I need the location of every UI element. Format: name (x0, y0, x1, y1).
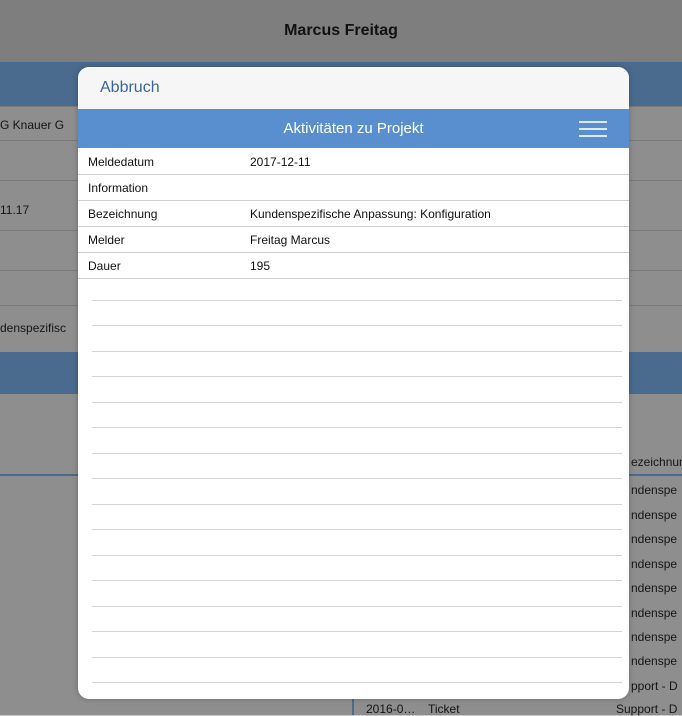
empty-row-divider (92, 300, 622, 301)
bg-row-marker (352, 699, 354, 715)
bg-table-cell: 2016-0… (366, 702, 416, 716)
bg-table-cell: ndenspe (631, 557, 678, 571)
bg-table-cell: ndenspe (631, 483, 678, 497)
empty-row-divider (92, 606, 622, 607)
detail-value: 2017-12-11 (250, 155, 311, 169)
bg-title-bar: Marcus Freitag (0, 0, 682, 62)
detail-row: Melder Freitag Marcus (78, 227, 629, 253)
bg-left-text: 11.17 (0, 203, 30, 217)
empty-row-divider (92, 478, 622, 479)
detail-value: 195 (250, 259, 271, 273)
detail-value: Kundenspezifische Anpassung: Konfigurati… (250, 207, 491, 221)
modal-top-bar: Abbruch (78, 67, 629, 109)
bg-table-cell: ndenspe (631, 630, 678, 644)
bg-left-text: denspezifisc (0, 321, 67, 335)
detail-row: Meldedatum 2017-12-11 (78, 149, 629, 175)
empty-row-divider (92, 402, 622, 403)
detail-label: Dauer (88, 259, 121, 273)
detail-label: Meldedatum (88, 155, 155, 169)
bg-table-cell: ndenspe (631, 532, 678, 546)
detail-row: Dauer 195 (78, 253, 629, 279)
empty-row-divider (92, 325, 622, 326)
bg-table-cell: pport - D (631, 679, 678, 693)
cancel-button[interactable]: Abbruch (100, 79, 160, 97)
bg-table-cell: ndenspe (631, 508, 678, 522)
bg-table-cell: ndenspe (631, 654, 678, 668)
empty-row-divider (92, 555, 622, 556)
modal-title: Aktivitäten zu Projekt (283, 120, 424, 137)
empty-row-divider (92, 504, 622, 505)
empty-row-divider (92, 376, 622, 377)
empty-row-divider (92, 657, 622, 658)
detail-label: Bezeichnung (88, 207, 158, 221)
detail-row: Information (78, 175, 629, 201)
bg-table-cell: Support - D (616, 702, 678, 716)
empty-row-divider (92, 529, 622, 530)
empty-row-divider (92, 427, 622, 428)
bg-page-title: Marcus Freitag (284, 22, 398, 39)
detail-value: Freitag Marcus (250, 233, 331, 247)
empty-row-divider (92, 682, 622, 683)
empty-row-divider (92, 631, 622, 632)
empty-row-divider (92, 453, 622, 454)
bg-table-cell: ndenspe (631, 581, 678, 595)
detail-row: Bezeichnung Kundenspezifische Anpassung:… (78, 201, 629, 227)
empty-row-divider (92, 351, 622, 352)
detail-list: Meldedatum 2017-12-11 Information Bezeic… (78, 149, 629, 279)
detail-label: Information (88, 181, 149, 195)
detail-label: Melder (88, 233, 125, 247)
hamburger-menu-icon[interactable] (579, 119, 607, 139)
bg-left-text: G Knauer G (0, 118, 65, 132)
bg-table-cell: ndenspe (631, 606, 678, 620)
modal-header: Aktivitäten zu Projekt (78, 109, 629, 148)
activities-modal: Abbruch Aktivitäten zu Projekt Meldedatu… (78, 67, 629, 699)
empty-row-divider (92, 580, 622, 581)
bg-table-cell: Ticket (428, 702, 460, 716)
bg-column-header: ezeichnun (631, 455, 682, 469)
